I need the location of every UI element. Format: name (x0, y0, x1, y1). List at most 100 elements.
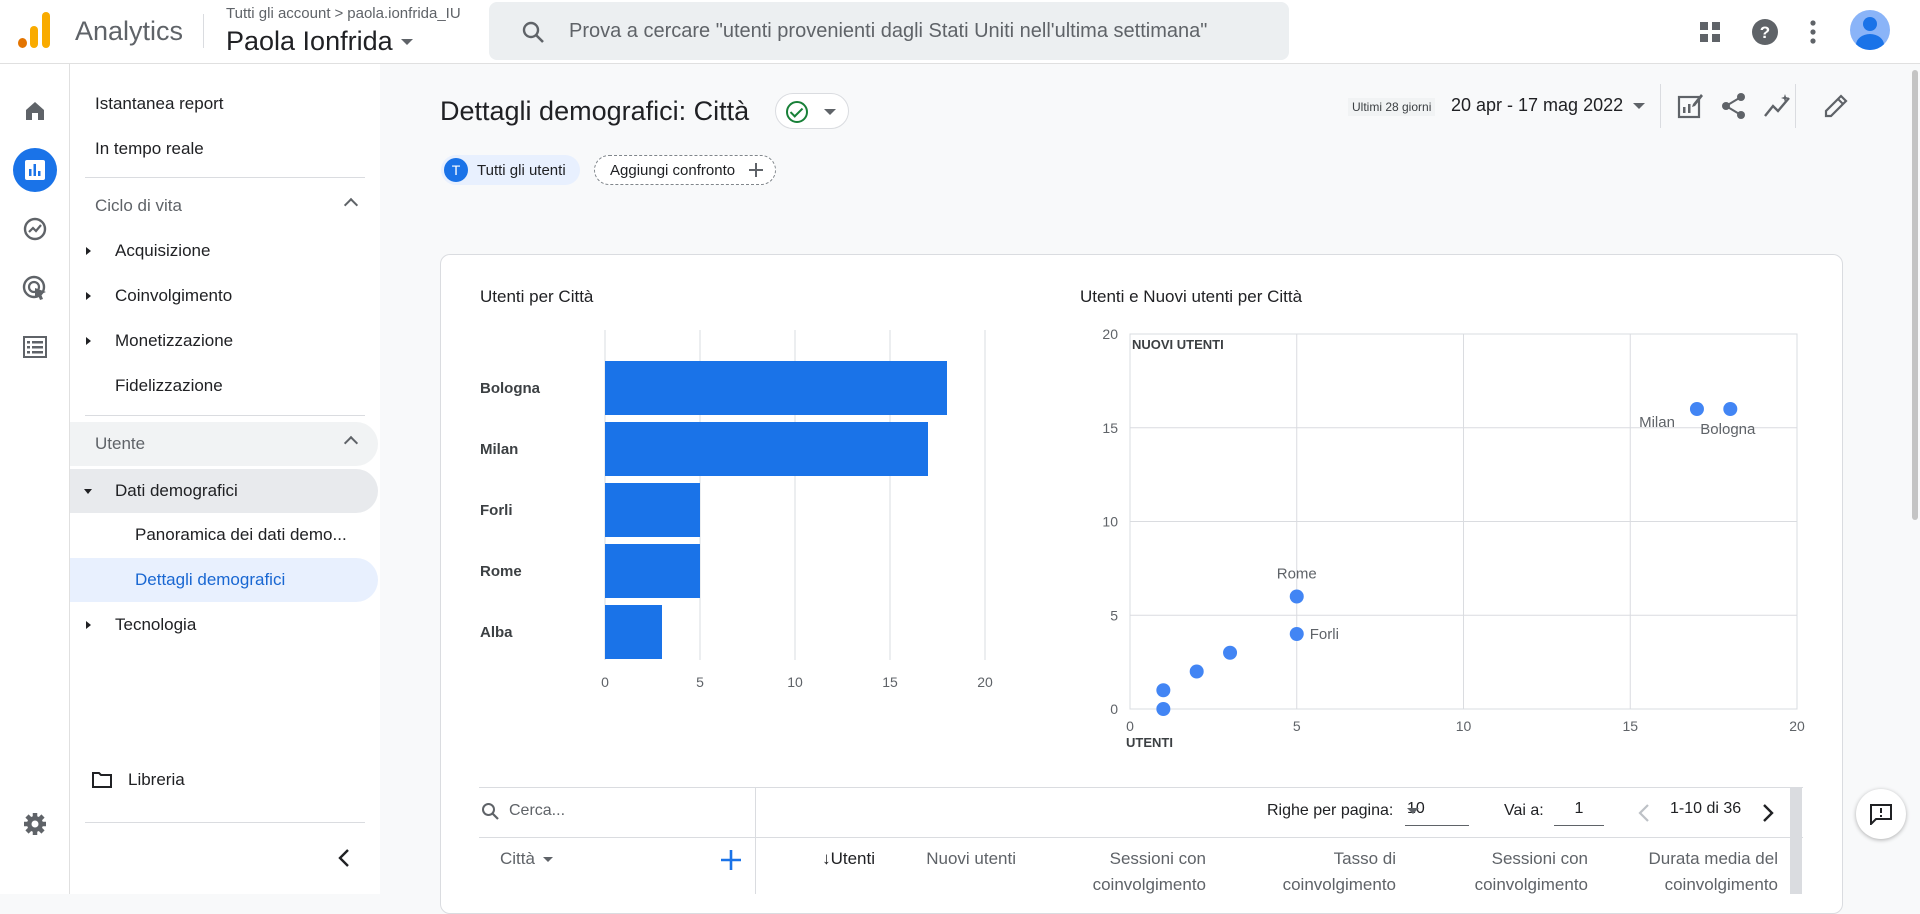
configure-icon[interactable] (13, 325, 57, 369)
chevron-down-icon (1633, 102, 1646, 109)
nav-item-retention[interactable]: Fidelizzazione (70, 366, 370, 406)
segment-chip[interactable]: T Tutti gli utenti (441, 155, 580, 185)
chevron-down-icon (542, 856, 553, 862)
nav-item-snapshot[interactable]: Istantanea report (95, 84, 224, 124)
table-search[interactable]: Cerca... (481, 802, 565, 820)
customize-report-icon[interactable] (1676, 92, 1704, 120)
page-title: Dettagli demografici: Città (440, 96, 750, 126)
edit-icon[interactable] (1822, 92, 1850, 120)
column-label: Utenti (830, 849, 875, 868)
y-tick-label: 20 (1102, 326, 1118, 342)
column-header-engagement-rate[interactable]: Tasso di coinvolgimento (1236, 846, 1396, 898)
feedback-icon (1870, 804, 1892, 825)
nav-label: Coinvolgimento (115, 286, 233, 305)
breadcrumb-root[interactable]: Tutti gli account (226, 5, 331, 22)
help-icon[interactable]: ? (1751, 18, 1779, 46)
chevron-up-icon (343, 435, 359, 451)
y-tick-label: 5 (1110, 607, 1118, 623)
analytics-logo[interactable] (18, 12, 52, 48)
scatter-point (1289, 627, 1304, 641)
add-dimension-icon[interactable] (720, 849, 742, 871)
tick-label: 5 (696, 674, 704, 690)
section-lifecycle[interactable]: Ciclo di vita (70, 184, 378, 228)
column-label: coinvolgimento (1282, 875, 1396, 894)
scatter-point (1689, 402, 1704, 416)
dimension-header[interactable]: Città (500, 846, 553, 872)
apps-icon[interactable] (1699, 21, 1721, 43)
caret-right-icon (86, 247, 91, 255)
caret-down-icon (84, 489, 92, 494)
more-vert-icon[interactable] (1808, 20, 1818, 44)
category-label: Rome (480, 563, 522, 580)
column-header-engaged-sessions-per-user[interactable]: Sessioni con coinvolgimento (1430, 846, 1588, 898)
page-info: 1-10 di 36 (1670, 800, 1742, 817)
point-label: Bologna (1700, 421, 1756, 438)
account-name: Paola Ionfrida (226, 26, 393, 56)
nav-item-realtime[interactable]: In tempo reale (95, 129, 204, 169)
date-range-value: 20 apr - 17 mag 2022 (1451, 95, 1624, 115)
account-selector[interactable]: Paola Ionfrida (226, 26, 413, 57)
add-comparison-button[interactable]: Aggiungi confronto (594, 155, 777, 185)
column-label: Durata media del (1648, 849, 1778, 868)
column-header-new-users[interactable]: Nuovi utenti (910, 846, 1016, 872)
nav-item-demographics[interactable]: Dati demografici (70, 469, 378, 513)
divider (479, 787, 1803, 788)
bar (605, 605, 662, 659)
nav-label: Dettagli demografici (135, 570, 286, 589)
scatter-point (1156, 702, 1171, 716)
y-tick-label: 0 (1110, 701, 1118, 717)
chevron-up-icon (343, 197, 359, 213)
column-label: Sessioni con (1109, 849, 1206, 868)
category-label: Forli (480, 502, 513, 519)
nav-item-library[interactable]: Libreria (92, 760, 185, 800)
nav-item-monetization[interactable]: Monetizzazione (70, 321, 370, 361)
left-rail (0, 64, 70, 894)
nav-item-engagement[interactable]: Coinvolgimento (70, 276, 370, 316)
point-label: Rome (1277, 566, 1317, 583)
explore-icon[interactable] (13, 207, 57, 251)
nav-item-technology[interactable]: Tecnologia (70, 605, 370, 645)
account-avatar[interactable] (1850, 10, 1890, 50)
breadcrumb[interactable]: Tutti gli account > paola.ionfrida_IU (226, 5, 461, 22)
section-user[interactable]: Utente (70, 422, 378, 466)
check-circle-icon (786, 101, 808, 123)
search-icon (522, 21, 544, 43)
nav-label: Acquisizione (115, 241, 211, 260)
column-header-engaged-sessions[interactable]: Sessioni con coinvolgimento (1060, 846, 1206, 898)
insights-icon[interactable] (1763, 92, 1793, 120)
tick-label: 20 (977, 674, 993, 690)
divider (479, 837, 1803, 838)
section-label: Utente (95, 434, 146, 453)
search-icon (482, 803, 499, 820)
bar (605, 483, 700, 537)
prev-page-icon[interactable] (1638, 803, 1650, 823)
divider (1660, 84, 1661, 128)
svg-text:?: ? (1760, 23, 1770, 42)
column-header-avg-engagement[interactable]: Durata media del coinvolgimento (1612, 846, 1778, 898)
table-scrollbar[interactable] (1790, 788, 1802, 894)
report-status-chip[interactable] (775, 93, 849, 129)
feedback-button[interactable] (1856, 789, 1906, 839)
next-page-icon[interactable] (1762, 803, 1774, 823)
settings-icon[interactable] (13, 802, 57, 846)
nav-item-demographics-details[interactable]: Dettagli demografici (70, 558, 378, 602)
nav-item-acquisition[interactable]: Acquisizione (70, 231, 370, 271)
breadcrumb-property[interactable]: paola.ionfrida_IU (347, 5, 460, 22)
goto-input[interactable]: 1 (1554, 796, 1604, 826)
nav-item-demographics-overview[interactable]: Panoramica dei dati demo... (70, 515, 370, 555)
search-bar[interactable]: Prova a cercare "utenti provenienti dagl… (489, 2, 1289, 60)
date-range-picker[interactable]: 20 apr - 17 mag 2022 (1451, 95, 1646, 116)
share-icon[interactable] (1720, 92, 1748, 120)
home-icon[interactable] (13, 89, 57, 133)
nav-label: Tecnologia (115, 615, 197, 634)
reports-icon[interactable] (13, 148, 57, 192)
collapse-icon[interactable] (338, 848, 350, 868)
plus-icon (749, 163, 764, 177)
column-header-users[interactable]: ↓Utenti (813, 846, 875, 872)
advertising-icon[interactable] (13, 266, 57, 310)
x-tick-label: 15 (1622, 718, 1638, 734)
rows-per-page-select[interactable]: 10 (1405, 796, 1469, 826)
divider (85, 822, 365, 823)
tick-label: 10 (787, 674, 803, 690)
page-scrollbar[interactable] (1912, 70, 1918, 520)
